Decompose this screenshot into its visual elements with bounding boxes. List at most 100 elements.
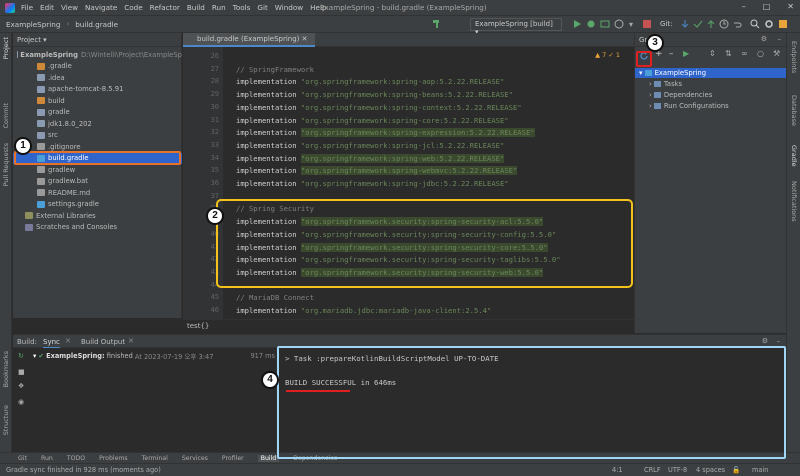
tree-item[interactable]: settings.gradle	[13, 199, 182, 210]
close-icon[interactable]: ✕	[65, 337, 71, 345]
gradle-root-project[interactable]: ▾ ExampleSpring	[635, 68, 786, 78]
tree-item[interactable]: gradlew.bat	[13, 176, 182, 187]
menu-git[interactable]: Git	[257, 3, 267, 12]
git-commit-icon[interactable]	[693, 19, 703, 29]
menu-tools[interactable]: Tools	[233, 3, 251, 12]
tree-item[interactable]: Scratches and Consoles	[13, 222, 182, 233]
tool-window-pull-requests[interactable]: Pull Requests	[2, 143, 10, 186]
inspection-widget[interactable]: ▲ 7 ✓ 1	[595, 51, 620, 59]
tab-terminal[interactable]: Terminal	[142, 455, 168, 462]
offline-mode-icon[interactable]: ○	[757, 49, 764, 58]
git-branch[interactable]: main	[752, 466, 768, 474]
debug-icon[interactable]	[586, 19, 596, 29]
menu-navigate[interactable]: Navigate	[85, 3, 117, 12]
tree-item[interactable]: build	[13, 95, 182, 106]
stop-icon[interactable]	[642, 19, 652, 29]
tree-item-label: .gitignore	[48, 142, 81, 151]
annotation-box-console	[277, 346, 786, 459]
wrench-icon[interactable]: ⚒	[773, 49, 780, 58]
gear-icon[interactable]: ⚙	[762, 337, 768, 345]
gear-icon[interactable]: ⚙	[761, 35, 767, 43]
tool-window-database[interactable]: Database	[790, 95, 798, 126]
tab-run[interactable]: Run	[41, 455, 53, 462]
file-encoding[interactable]: UTF-8	[668, 466, 687, 474]
menu-run[interactable]: Run	[212, 3, 226, 12]
sync-result-row[interactable]: ▾ ✔ ExampleSpring: finished At 2023-07-1…	[33, 350, 277, 361]
tree-item[interactable]: src	[13, 130, 182, 141]
close-icon[interactable]: ✕	[787, 2, 794, 11]
tree-item[interactable]: README.md	[13, 187, 182, 198]
jetbrains-logo-icon[interactable]	[778, 19, 788, 29]
collapse-all-icon[interactable]: ⇅	[725, 49, 732, 58]
link-icon[interactable]: ∞	[741, 49, 748, 58]
maximize-icon[interactable]: □	[763, 2, 771, 11]
gradle-run-configurations[interactable]: › Run Configurations	[649, 101, 729, 111]
tree-item[interactable]: External Libraries	[13, 210, 182, 221]
run-configuration-select[interactable]: ExampleSpring [build] ▾	[470, 18, 562, 36]
menu-refactor[interactable]: Refactor	[150, 3, 180, 12]
stop-icon[interactable]: ■	[18, 368, 25, 376]
tool-window-bookmarks[interactable]: Bookmarks	[2, 351, 10, 387]
execute-task-icon[interactable]: ▶	[683, 49, 689, 58]
tree-item[interactable]: .gradle	[13, 61, 182, 72]
menu-edit[interactable]: Edit	[40, 3, 54, 12]
project-view-title[interactable]: Project	[17, 36, 41, 44]
history-icon[interactable]	[719, 19, 729, 29]
tree-item[interactable]: ExampleSpring D:\Wintelli\Project\Example…	[13, 49, 182, 60]
rerun-icon[interactable]: ↻	[18, 352, 24, 360]
menu-window[interactable]: Window	[275, 3, 303, 12]
menu-file[interactable]: File	[21, 3, 33, 12]
tab-build-gradle[interactable]: build.gradle (ExampleSpring) ✕	[183, 33, 316, 47]
tree-item[interactable]: apache-tomcat-8.5.91	[13, 84, 182, 95]
indent-setting[interactable]: 4 spaces	[696, 466, 725, 474]
tool-window-gradle[interactable]: Gradle	[790, 145, 798, 167]
gradle-tasks[interactable]: › Tasks	[649, 79, 682, 89]
coverage-icon[interactable]	[600, 19, 610, 29]
tab-git[interactable]: Git	[18, 455, 27, 462]
tool-window-structure[interactable]: Structure	[2, 405, 10, 435]
git-push-icon[interactable]	[706, 19, 716, 29]
tab-services[interactable]: Services	[182, 455, 208, 462]
git-update-icon[interactable]	[680, 19, 690, 29]
eye-icon[interactable]: ◉	[18, 398, 24, 406]
menu-view[interactable]: View	[61, 3, 78, 12]
hammer-icon[interactable]	[432, 19, 442, 29]
folder-icon	[37, 62, 45, 70]
lock-icon[interactable]: 🔓	[732, 466, 740, 474]
run-icon[interactable]	[572, 19, 582, 29]
remove-icon[interactable]: –	[669, 49, 674, 59]
search-icon[interactable]	[750, 19, 760, 29]
menu-code[interactable]: Code	[124, 3, 142, 12]
status-message[interactable]: Gradle sync finished in 928 ms (moments …	[6, 466, 161, 474]
settings-icon[interactable]	[764, 19, 774, 29]
tool-window-project[interactable]: Project	[2, 37, 10, 59]
gradle-dependencies[interactable]: › Dependencies	[649, 90, 712, 100]
profiler-icon[interactable]	[614, 19, 624, 29]
hide-icon[interactable]: –	[777, 337, 781, 345]
tab-build-output[interactable]: Build Output	[81, 338, 125, 346]
tree-item[interactable]: .idea	[13, 72, 182, 83]
hide-icon[interactable]: –	[778, 35, 782, 43]
breadcrumb-project[interactable]: ExampleSpring	[6, 20, 60, 29]
tree-item-label: settings.gradle	[48, 200, 99, 208]
pin-icon[interactable]: ❖	[18, 382, 24, 390]
tool-window-notifications[interactable]: Notifications	[790, 181, 798, 222]
tool-window-endpoints[interactable]: Endpoints	[790, 41, 798, 73]
line-separator[interactable]: CRLF	[644, 466, 661, 474]
tab-todo[interactable]: TODO	[67, 455, 85, 462]
close-icon[interactable]: ✕	[128, 337, 134, 345]
caret-position[interactable]: 4:1	[612, 466, 623, 474]
breadcrumb-file[interactable]: build.gradle	[75, 20, 118, 29]
tree-item[interactable]: jdk1.8.0_202	[13, 118, 182, 129]
tree-item[interactable]: gradle	[13, 107, 182, 118]
rollback-icon[interactable]	[732, 19, 742, 29]
tree-item[interactable]: gradlew	[13, 164, 182, 175]
tool-window-commit[interactable]: Commit	[2, 103, 10, 129]
tab-problems[interactable]: Problems	[99, 455, 128, 462]
menu-build[interactable]: Build	[187, 3, 205, 12]
more-run-options-icon[interactable]: ▾	[628, 19, 638, 29]
expand-all-icon[interactable]: ⇕	[709, 49, 716, 58]
editor-breadcrumb[interactable]: test{}	[187, 322, 209, 330]
minimize-icon[interactable]: –	[742, 2, 746, 11]
tab-profiler[interactable]: Profiler	[222, 455, 244, 462]
